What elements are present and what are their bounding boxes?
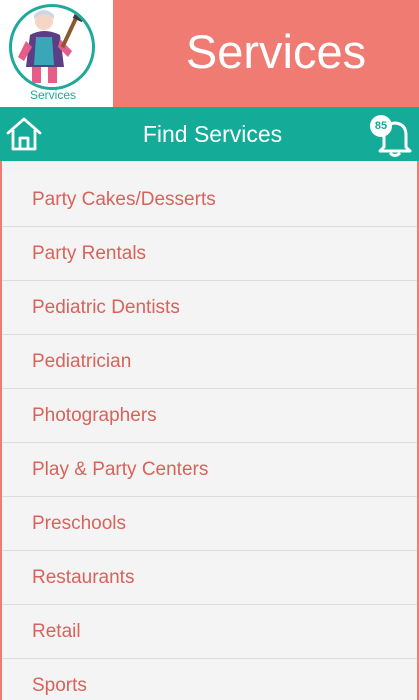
services-list: Party Cakes/Desserts Party Rentals Pedia…: [0, 161, 419, 700]
list-item[interactable]: Pediatrician: [2, 335, 417, 389]
list-top-spacer: [2, 161, 417, 173]
list-item[interactable]: Party Rentals: [2, 227, 417, 281]
title-banner: Services: [113, 0, 419, 107]
notification-badge-wrap: 85: [370, 114, 392, 137]
logo: Services: [0, 0, 113, 107]
list-item[interactable]: Party Cakes/Desserts: [2, 173, 417, 227]
nav-bar: Find Services 85: [0, 107, 419, 161]
list-item[interactable]: Pediatric Dentists: [2, 281, 417, 335]
list-item[interactable]: Retail: [2, 605, 417, 659]
list-item[interactable]: Photographers: [2, 389, 417, 443]
app-header: Services Services: [0, 0, 419, 107]
list-item[interactable]: Restaurants: [2, 551, 417, 605]
page-title: Services: [185, 25, 367, 78]
list-item[interactable]: Play & Party Centers: [2, 443, 417, 497]
list-item[interactable]: Preschools: [2, 497, 417, 551]
nav-title: Find Services: [142, 121, 283, 147]
notification-badge: 85: [370, 115, 392, 137]
list-item[interactable]: Sports: [2, 659, 417, 700]
services-logo-icon: [9, 4, 95, 90]
logo-label: Services: [29, 88, 76, 102]
